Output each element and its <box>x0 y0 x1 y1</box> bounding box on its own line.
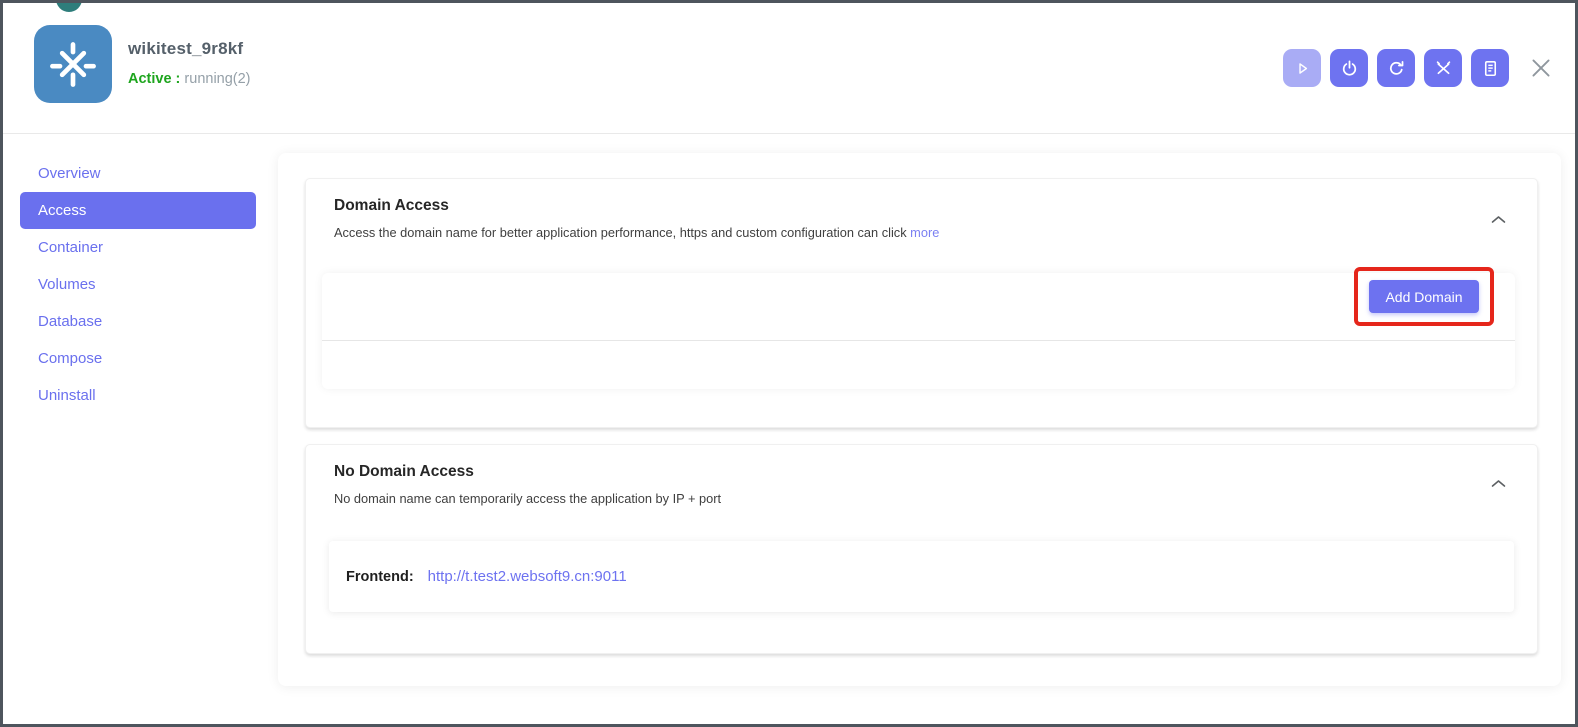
no-domain-access-description: No domain name can temporarily access th… <box>334 491 721 506</box>
app-title-block: wikitest_9r8kf Active : running(2) <box>128 39 251 87</box>
domain-access-card: Domain Access Access the domain name for… <box>305 178 1538 428</box>
frontend-label: Frontend: <box>346 569 414 585</box>
sidebar-item-database[interactable]: Database <box>20 303 256 340</box>
app-detail-window: wikitest_9r8kf Active : running(2) <box>0 0 1578 727</box>
collapse-no-domain-access-button[interactable] <box>1488 475 1509 494</box>
domain-access-title: Domain Access <box>334 197 449 215</box>
sidebar-item-volumes[interactable]: Volumes <box>20 266 256 303</box>
domain-table-empty-row <box>322 341 1515 388</box>
domain-access-description-text: Access the domain name for better applic… <box>334 225 910 240</box>
domain-access-description: Access the domain name for better applic… <box>334 225 939 240</box>
sidebar-item-access[interactable]: Access <box>20 192 256 229</box>
sidebar-item-container[interactable]: Container <box>20 229 256 266</box>
domain-list-table <box>322 273 1515 389</box>
sidebar-nav: Overview Access Container Volumes Databa… <box>20 155 256 414</box>
red-highlight-box: Add Domain <box>1354 267 1494 326</box>
window-header: wikitest_9r8kf Active : running(2) <box>3 3 1575 134</box>
domain-table-toolbar-row <box>322 273 1515 341</box>
close-icon <box>1528 55 1554 81</box>
collapse-domain-access-button[interactable] <box>1488 211 1509 230</box>
header-action-bar <box>1274 49 1555 87</box>
app-title: wikitest_9r8kf <box>128 39 251 59</box>
status-value: running(2) <box>184 71 250 87</box>
app-status: Active : running(2) <box>128 71 251 87</box>
no-domain-access-card: No Domain Access No domain name can temp… <box>305 444 1538 654</box>
restart-app-button[interactable] <box>1377 49 1415 87</box>
start-app-button[interactable] <box>1283 49 1321 87</box>
frontend-access-row: Frontend: http://t.test2.websoft9.cn:901… <box>329 541 1514 612</box>
sidebar-item-compose[interactable]: Compose <box>20 340 256 377</box>
no-domain-access-title: No Domain Access <box>334 463 474 481</box>
repair-app-button[interactable] <box>1424 49 1462 87</box>
more-link[interactable]: more <box>910 225 939 240</box>
frontend-url-link[interactable]: http://t.test2.websoft9.cn:9011 <box>428 568 627 585</box>
tools-icon <box>1434 59 1453 78</box>
sidebar-item-overview[interactable]: Overview <box>20 155 256 192</box>
play-icon <box>1294 60 1311 77</box>
main-content-panel: Domain Access Access the domain name for… <box>278 153 1561 686</box>
stop-app-button[interactable] <box>1330 49 1368 87</box>
status-label: Active : <box>128 71 180 87</box>
app-icon <box>34 25 112 103</box>
power-icon <box>1340 59 1359 78</box>
chevron-up-icon <box>1490 214 1507 225</box>
logs-app-button[interactable] <box>1471 49 1509 87</box>
sidebar-item-uninstall[interactable]: Uninstall <box>20 377 256 414</box>
close-window-button[interactable] <box>1527 54 1555 82</box>
add-domain-button[interactable]: Add Domain <box>1369 280 1479 313</box>
journal-icon <box>1481 59 1500 78</box>
restart-icon <box>1387 59 1406 78</box>
asterisk-logo-icon <box>47 38 99 90</box>
chevron-up-icon <box>1490 478 1507 489</box>
